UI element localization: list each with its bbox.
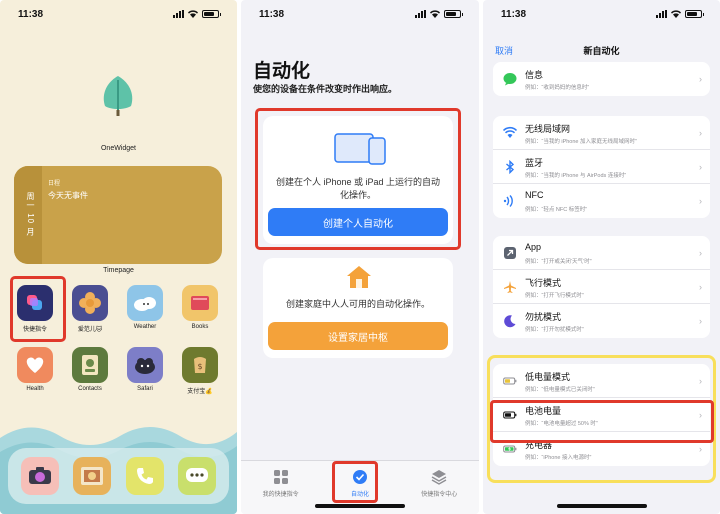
wifi-icon [503,126,517,138]
safari-icon [127,347,163,383]
tab-gallery[interactable]: 快捷指令中心 [404,469,474,514]
status-bar: 11:38 [0,0,237,28]
chevron-right-icon: › [699,128,702,138]
page-subtitle: 使您的设备在条件改变时作出响应。 [253,84,398,94]
automation-tab-highlight [332,461,378,503]
photos-icon[interactable] [73,457,112,495]
tab-my-shortcuts[interactable]: 我的快捷指令 [246,469,316,514]
shortcuts-highlight [10,276,66,342]
trigger-group-settings: App 例如：“打开或关闭‘天气’时” › 飞行模式 例如：“打开飞行模式时” … [493,236,710,338]
leaf-widget-icon[interactable] [95,72,141,118]
app-safari[interactable]: Safari [126,347,164,395]
personal-card-highlight [255,108,461,250]
moon-icon [504,315,516,328]
signal-icon [656,10,667,18]
new-automation-screen: 11:38 新自动化 取消 信息 例如：“收到妈妈的信息时” › 无线局域网 例… [483,0,720,514]
contacts-icon [72,347,108,383]
trigger-row-nfc[interactable]: NFC 例如：“轻点 NFC 标签时” › [493,184,710,218]
bluetooth-icon [506,160,515,174]
app-ifanr[interactable]: 爱范儿🐱 [71,285,109,333]
home-automation-card: 创建家庭中人人可用的自动化操作。 设置家居中枢 [263,258,453,358]
calendar-date: 周一 10 月 [26,192,35,237]
heart-icon [17,347,53,383]
calendar-header: 日程 [48,181,61,187]
battery-icon [444,10,463,18]
phone-icon[interactable] [125,457,164,495]
signal-icon [415,10,426,18]
dock [8,448,229,504]
trigger-row-message[interactable]: 信息 例如：“收到妈妈的信息时” › [493,62,710,96]
app-health[interactable]: Health [16,347,54,395]
status-time: 11:38 [259,8,285,20]
chevron-right-icon: › [699,282,702,292]
chevron-right-icon: › [699,196,702,206]
grid-icon [273,470,288,484]
app-contacts[interactable]: Contacts [71,347,109,395]
signal-icon [173,10,184,18]
trigger-group-messages: 信息 例如：“收到妈妈的信息时” › [493,62,710,96]
status-time: 11:38 [501,8,527,20]
trigger-row-do-not-disturb[interactable]: 勿扰模式 例如：“打开勿扰模式时” › [493,304,710,338]
battery-icon [685,10,704,18]
nav-title: 新自动化 [583,46,620,56]
camera-icon[interactable] [21,457,60,495]
message-icon [503,73,517,86]
status-time: 11:38 [18,8,44,20]
page-title: 自动化 [253,61,311,82]
chevron-right-icon: › [699,316,702,326]
wifi-icon [671,10,681,18]
trigger-group-connectivity: 无线局域网 例如：“当我的 iPhone 加入家庭无线局域网时” › 蓝牙 例如… [493,116,710,218]
home-indicator [556,504,647,508]
layers-icon [431,470,447,485]
messages-icon[interactable] [177,457,216,495]
books-icon [182,285,218,321]
calendar-widget[interactable]: 周一 10 月 日程 今天无事件 [14,166,222,264]
trigger-row-app[interactable]: App 例如：“打开或关闭‘天气’时” › [493,236,710,270]
weather-icon [127,285,163,321]
home-screen: 11:38 OneWidget 周一 10 月 日程 今天无事件 Timepag… [0,0,237,514]
trigger-row-airplane-mode[interactable]: 飞行模式 例如：“打开飞行模式时” › [493,270,710,304]
house-icon [347,266,371,288]
cancel-button[interactable]: 取消 [495,44,513,57]
status-bar: 11:38 [483,0,720,28]
status-bar: 11:38 [241,0,479,28]
alipay-icon: $ [182,347,218,383]
app-weather[interactable]: Weather [126,285,164,333]
wifi-icon [430,10,440,18]
app-alipay[interactable]: $ 支付宝💰 [181,347,219,395]
nfc-icon [503,195,513,207]
calendar-event: 今天无事件 [48,191,88,200]
battery-level-highlight [490,400,714,443]
home-automation-text: 创建家庭中人人可用的自动化操作。 [285,299,430,309]
chevron-right-icon: › [699,248,702,258]
timepage-label: Timepage [103,267,134,274]
trigger-row-wifi[interactable]: 无线局域网 例如：“当我的 iPhone 加入家庭无线局域网时” › [493,116,710,150]
home-indicator [315,504,405,508]
wifi-icon [188,10,198,18]
chevron-right-icon: › [699,162,702,172]
app-books[interactable]: Books [181,285,219,333]
flower-icon [72,285,108,321]
app-icon [504,247,516,259]
automation-screen: 11:38 自动化 使您的设备在条件改变时作出响应。 创建在个人 iPhone … [241,0,479,514]
battery-icon [202,10,221,18]
svg-text:$: $ [197,362,202,371]
onewidget-label: OneWidget [100,145,137,152]
chevron-right-icon: › [699,74,702,84]
setup-home-hub-button[interactable]: 设置家居中枢 [268,322,448,350]
trigger-row-bluetooth[interactable]: 蓝牙 例如：“当我的 iPhone 与 AirPods 连接时” › [493,150,710,184]
airplane-icon [504,281,516,293]
